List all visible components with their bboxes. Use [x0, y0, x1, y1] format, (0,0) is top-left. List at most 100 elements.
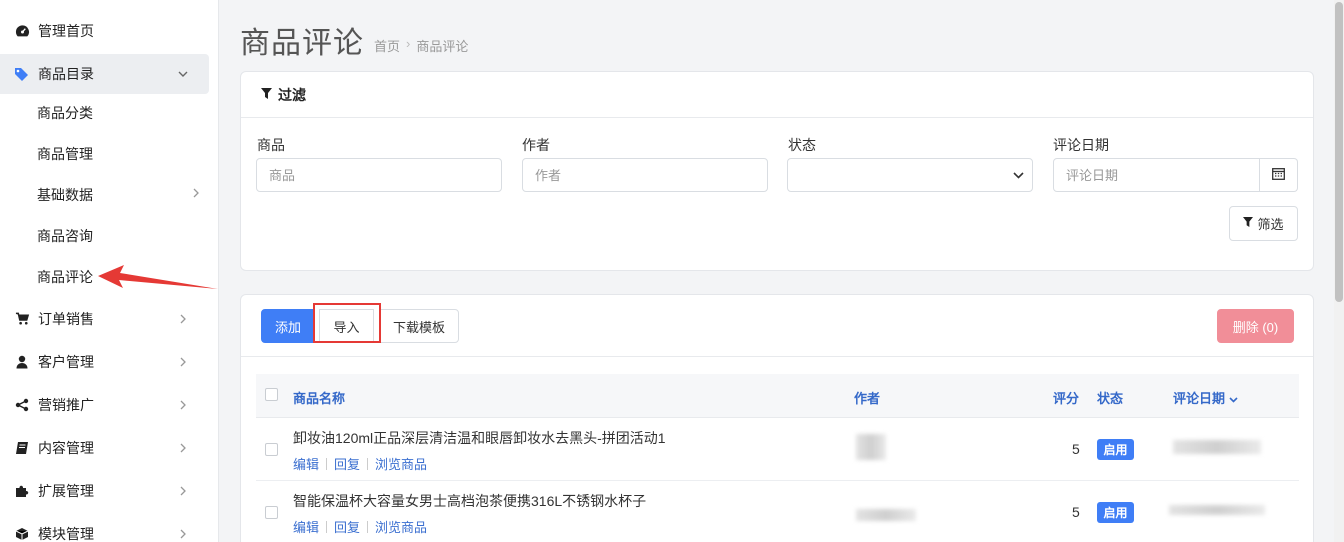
reply-link[interactable]: 回复: [334, 454, 360, 473]
action-divider: [367, 457, 369, 470]
sort-desc-icon: [1229, 397, 1238, 403]
sidebar-item-label: 内容管理: [38, 440, 94, 456]
sidebar-subitem-basic-data[interactable]: 基础数据: [0, 175, 209, 215]
filter-card: 过滤 商品 作者 状态 评论日期 筛选: [240, 71, 1314, 271]
user-icon: [14, 354, 30, 370]
chevron-right-icon: [175, 311, 191, 327]
main-content: 商品评论 首页 › 商品评论 过滤 商品 作者 状态 评论日期: [220, 0, 1334, 542]
column-header-date-label: 评论日期: [1173, 391, 1226, 406]
date-redacted: [1169, 505, 1265, 515]
action-divider: [367, 520, 369, 533]
row-score: 5: [1072, 441, 1080, 457]
annotation-arrow: [98, 265, 218, 289]
add-button[interactable]: 添加: [261, 309, 315, 343]
sidebar-item-label: 客户管理: [38, 354, 94, 370]
sidebar-item-content[interactable]: 内容管理: [0, 428, 209, 468]
row-score: 5: [1072, 504, 1080, 520]
chevron-right-icon: [175, 397, 191, 413]
view-product-link[interactable]: 浏览商品: [375, 517, 427, 536]
product-label: 商品: [257, 137, 285, 153]
sidebar-subitem-label: 商品评论: [37, 269, 93, 285]
row-checkbox[interactable]: [265, 506, 278, 519]
row-checkbox[interactable]: [265, 443, 278, 456]
row-product-name: 卸妆油120ml正品深层清洁温和眼唇卸妆水去黑头-拼团活动1: [293, 430, 666, 446]
sidebar-subitem-category[interactable]: 商品分类: [0, 93, 209, 133]
filter-button-label: 筛选: [1257, 217, 1284, 232]
column-header-name[interactable]: 商品名称: [293, 388, 345, 407]
delete-button[interactable]: 删除 (0): [1217, 309, 1294, 343]
author-label: 作者: [522, 137, 550, 153]
sidebar-item-label: 模块管理: [38, 526, 94, 542]
sidebar-item-customers[interactable]: 客户管理: [0, 342, 209, 382]
chevron-down-icon: [175, 66, 191, 82]
sidebar-item-label: 商品目录: [38, 66, 94, 82]
sidebar-item-modules[interactable]: 模块管理: [0, 514, 209, 542]
author-input[interactable]: [522, 158, 768, 192]
sidebar-subitem-label: 商品咨询: [37, 228, 93, 244]
select-all-checkbox[interactable]: [265, 388, 278, 401]
sidebar-subitem-inquiry[interactable]: 商品咨询: [0, 216, 209, 256]
share-icon: [14, 397, 30, 413]
download-template-button[interactable]: 下载模板: [379, 309, 459, 343]
sidebar-subitem-products[interactable]: 商品管理: [0, 134, 209, 174]
table-header: 商品名称 作者 评分 状态 评论日期: [256, 374, 1299, 418]
breadcrumb-home[interactable]: 首页: [374, 36, 400, 55]
breadcrumb: 首页 › 商品评论: [374, 36, 468, 55]
tags-icon: [14, 66, 30, 82]
view-product-link[interactable]: 浏览商品: [375, 454, 427, 473]
date-redacted: [1173, 440, 1261, 454]
page-scrollbar[interactable]: [1334, 0, 1344, 542]
column-header-author[interactable]: 作者: [854, 388, 880, 407]
sidebar-item-orders[interactable]: 订单销售: [0, 299, 209, 339]
action-divider: [326, 457, 328, 470]
sidebar-item-extensions[interactable]: 扩展管理: [0, 471, 209, 511]
breadcrumb-separator-icon: ›: [406, 36, 411, 51]
sidebar-item-label: 扩展管理: [38, 483, 94, 499]
date-input[interactable]: [1053, 158, 1260, 192]
chevron-down-icon: [1013, 168, 1024, 182]
row-actions: 编辑 回复 浏览商品: [293, 454, 427, 473]
sidebar-subitem-label: 商品分类: [37, 105, 93, 121]
column-header-score[interactable]: 评分: [1053, 388, 1079, 407]
highlight-box: [313, 303, 381, 343]
edit-link[interactable]: 编辑: [293, 517, 319, 536]
calendar-icon: [1272, 167, 1285, 183]
row-product-name: 智能保温杯大容量女男士高档泡茶便携316L不锈钢水杯子: [293, 493, 647, 509]
column-header-date[interactable]: 评论日期: [1173, 388, 1238, 407]
filter-icon: [1243, 216, 1254, 231]
product-input[interactable]: [256, 158, 502, 192]
scrollbar-thumb[interactable]: [1335, 2, 1343, 302]
sidebar-item-label: 营销推广: [38, 397, 94, 413]
toolbar: 添加 导入 下载模板 删除 (0): [241, 295, 1313, 357]
author-redacted: [856, 434, 886, 460]
status-badge: 启用: [1097, 439, 1134, 460]
date-label: 评论日期: [1053, 137, 1109, 153]
page-title: 商品评论: [240, 27, 364, 60]
status-select[interactable]: [787, 158, 1033, 192]
cube-icon: [14, 526, 30, 542]
status-label: 状态: [788, 137, 816, 153]
puzzle-icon: [14, 483, 30, 499]
sidebar-subitem-label: 基础数据: [37, 187, 93, 203]
column-header-status[interactable]: 状态: [1097, 388, 1123, 407]
table-card: 添加 导入 下载模板 删除 (0) 商品名称 作者 评分 状态 评论日期 卸妆油…: [240, 294, 1314, 542]
chevron-right-icon: [175, 354, 191, 370]
reply-link[interactable]: 回复: [334, 517, 360, 536]
sidebar-item-marketing[interactable]: 营销推广: [0, 385, 209, 425]
row-actions: 编辑 回复 浏览商品: [293, 517, 427, 536]
book-icon: [14, 440, 30, 456]
breadcrumb-current: 商品评论: [416, 39, 469, 54]
chevron-right-icon: [175, 526, 191, 542]
chevron-right-icon: [193, 187, 199, 201]
filter-button[interactable]: 筛选: [1229, 206, 1298, 241]
action-divider: [326, 520, 328, 533]
filter-title: 过滤: [278, 86, 306, 103]
sidebar-item-catalog[interactable]: 商品目录: [0, 54, 209, 94]
edit-link[interactable]: 编辑: [293, 454, 319, 473]
chevron-right-icon: [175, 483, 191, 499]
filter-header: 过滤: [241, 72, 1313, 118]
sidebar-item-dashboard[interactable]: 管理首页: [0, 11, 209, 51]
cart-icon: [14, 311, 30, 327]
calendar-button[interactable]: [1260, 158, 1298, 192]
sidebar-item-label: 订单销售: [38, 311, 94, 327]
